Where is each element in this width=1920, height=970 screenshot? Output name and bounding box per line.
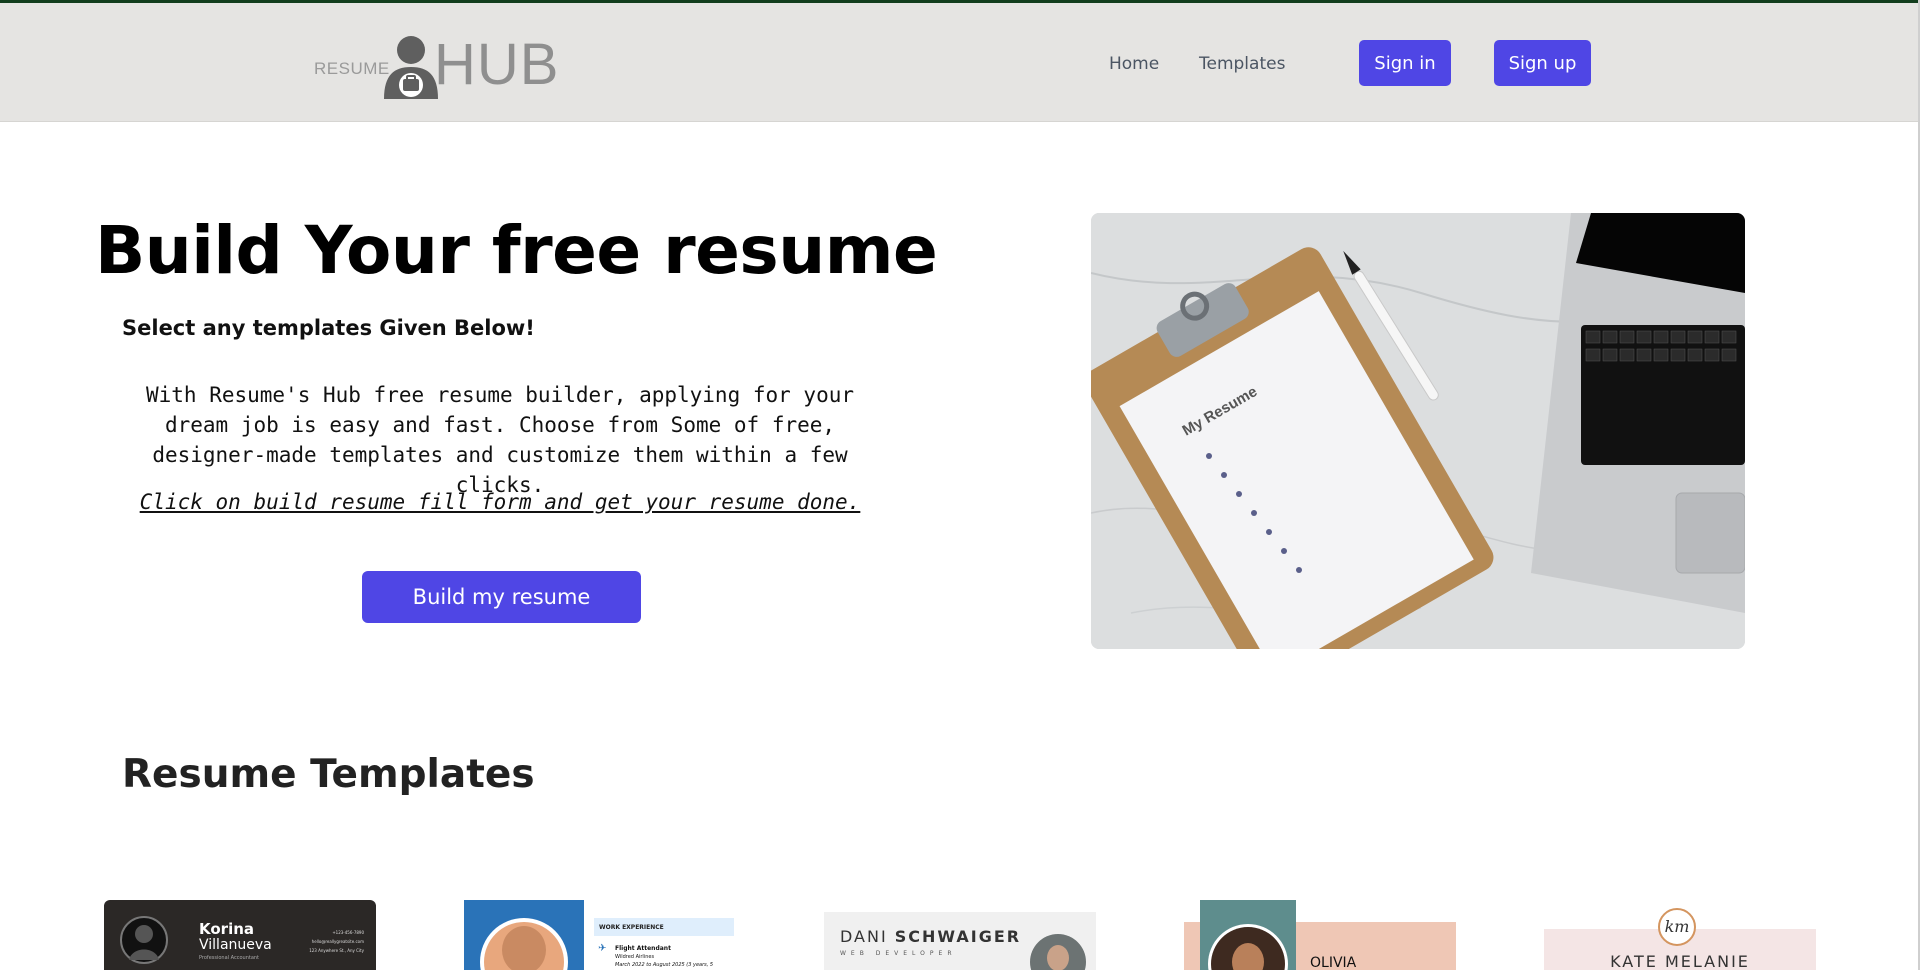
build-resume-button[interactable]: Build my resume (362, 571, 641, 623)
avatar (1208, 924, 1288, 970)
template-contact: +123-456-7890 hello@reallygreatsite.com … (309, 930, 364, 953)
resume-templates-heading: Resume Templates (122, 752, 535, 797)
template-card-olivia[interactable]: OLIVIA (1184, 900, 1456, 970)
logo-big-text: HUB (434, 32, 560, 97)
monogram-logo: km (1658, 908, 1696, 946)
hero-subtitle: Select any templates Given Below! (122, 316, 535, 340)
template-company: Wildred Airlines (615, 954, 655, 960)
top-navbar: RESUME HUB Home Templates Sign in Sign u… (0, 0, 1920, 122)
nav-templates-link[interactable]: Templates (1199, 54, 1285, 74)
sign-in-button[interactable]: Sign in (1359, 40, 1451, 86)
hero-note: Click on build resume fill form and get … (139, 490, 861, 514)
plane-icon: ✈ (598, 943, 607, 954)
logo-small-text: RESUME (314, 59, 390, 78)
avatar (1030, 934, 1086, 970)
nav-home-link[interactable]: Home (1109, 54, 1159, 74)
template-card-dani[interactable]: DANI SCHWAIGER WEB DEVELOPER (824, 912, 1096, 970)
template-job-title: Flight Attendant (615, 945, 671, 952)
template-dates: March 2022 to August 2025 (3 years, 5 (615, 962, 714, 968)
resume-hub-logo[interactable]: RESUME HUB (314, 33, 558, 99)
template-name: OLIVIA (1310, 955, 1357, 970)
template-name-first: Korina (199, 920, 255, 938)
template-role: Professional Accountant (199, 955, 260, 961)
template-card-kate-melanie[interactable]: km KATE MELANIE (1544, 908, 1816, 970)
hero-description: With Resume's Hub free resume builder, a… (145, 383, 854, 497)
template-card-flight-attendant[interactable]: WORK EXPERIENCE Flight Attendant Wildred… (464, 900, 736, 970)
template-section-title: WORK EXPERIENCE (594, 918, 734, 936)
template-name: KATE MELANIE (1610, 952, 1750, 970)
hero-clipboard-laptop-image: My Resume (1091, 213, 1745, 649)
template-name-last: Villanueva (199, 937, 272, 953)
hero-title: Build Your free resume (95, 212, 938, 289)
template-card-korina[interactable]: Korina Villanueva Professional Accountan… (104, 900, 376, 970)
template-last-name: SCHWAIGER (894, 927, 1022, 946)
person-briefcase-icon (384, 36, 438, 99)
sign-up-button[interactable]: Sign up (1494, 40, 1591, 86)
template-first-name: DANI (840, 927, 888, 946)
template-role: WEB DEVELOPER (840, 950, 957, 957)
